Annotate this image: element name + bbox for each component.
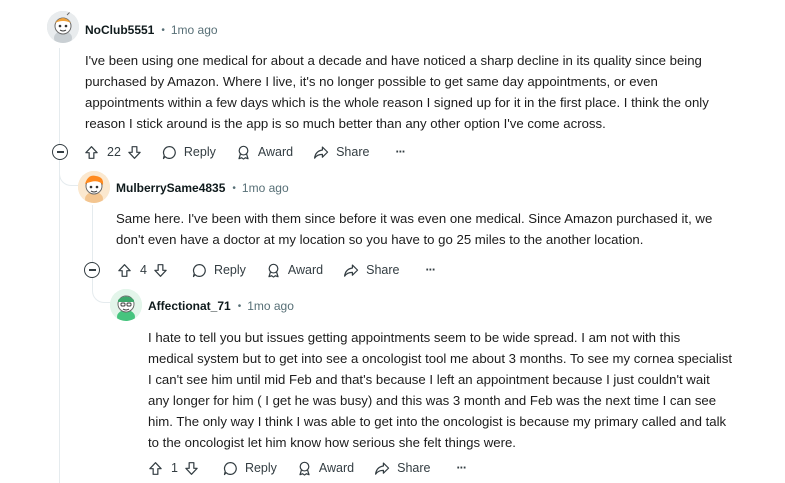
vote-score: 1: [171, 461, 178, 475]
thread-line-root-lower: [59, 160, 60, 483]
downvote-icon: [154, 263, 167, 277]
overflow-menu-icon: ···: [425, 263, 436, 277]
comment-line: reason I stick around is the app is so m…: [85, 116, 606, 131]
upvote-icon: [85, 145, 98, 159]
upvote-icon: [149, 461, 162, 475]
comment-line: appointments within a few days which is …: [85, 95, 709, 110]
comment-line: don't even have a doctor at my location …: [116, 232, 644, 247]
comment-bubble-icon: [192, 263, 206, 277]
reply-label: Reply: [183, 145, 216, 159]
vote-score: 4: [140, 263, 147, 277]
comment-line: him. The only way I think I was able to …: [148, 414, 727, 429]
separator-dot: •: [237, 300, 242, 312]
comment-actions: 1 Reply Award Share ···: [148, 457, 467, 479]
comment-line: Same here. I've been with them since bef…: [116, 211, 713, 226]
reply-button[interactable]: Reply: [223, 461, 277, 476]
vote-score: 22: [107, 145, 121, 159]
comment-bubble-icon: [223, 461, 237, 475]
award-button[interactable]: Award: [266, 263, 323, 278]
snoo-avatar-icon: [78, 171, 110, 203]
share-icon: [344, 263, 359, 277]
thread-connector: [59, 160, 78, 186]
more-options-button[interactable]: ···: [457, 461, 467, 475]
thread-connector: [92, 277, 110, 303]
comment-meta: MulberrySame4835 • 1mo ago: [116, 179, 289, 197]
award-icon: [299, 461, 310, 476]
avatar[interactable]: [78, 171, 110, 203]
award-button[interactable]: Award: [297, 461, 354, 476]
award-label: Award: [257, 145, 294, 159]
downvote-button[interactable]: [127, 145, 142, 160]
comment-line: purchased by Amazon. Where I live, it's …: [85, 74, 658, 89]
share-label: Share: [336, 145, 370, 159]
award-button[interactable]: Award: [236, 145, 293, 160]
upvote-button[interactable]: [117, 263, 132, 278]
reply-button[interactable]: Reply: [162, 145, 216, 160]
share-button[interactable]: Share: [313, 145, 369, 160]
award-icon: [238, 145, 249, 160]
username[interactable]: MulberrySame4835: [116, 181, 225, 195]
reply-label: Reply: [213, 263, 246, 277]
upvote-button[interactable]: [148, 461, 163, 476]
comment-actions: 22 Reply Award Share ···: [84, 141, 406, 163]
comment-line: I hate to tell you but issues getting ap…: [148, 330, 681, 345]
separator-dot: •: [232, 182, 236, 194]
thread-line-root: [59, 48, 60, 146]
award-icon: [268, 263, 279, 278]
reply-button[interactable]: Reply: [192, 263, 246, 278]
overflow-menu-icon: ···: [456, 461, 467, 475]
overflow-menu-icon: ···: [395, 145, 405, 159]
comment-body: I hate to tell you but issues getting ap…: [148, 327, 778, 453]
share-label: Share: [397, 461, 431, 475]
more-options-button[interactable]: ···: [395, 145, 405, 159]
comment-body: I've been using one medical for about a …: [85, 50, 775, 134]
comment-body: Same here. I've been with them since bef…: [116, 208, 776, 250]
thread-line-reply: [92, 205, 93, 263]
username[interactable]: NoClub5551: [85, 23, 154, 37]
timestamp[interactable]: 1mo ago: [171, 23, 218, 37]
share-icon: [314, 145, 329, 159]
comment-meta: NoClub5551 • 1mo ago: [85, 21, 218, 39]
share-button[interactable]: Share: [374, 461, 431, 476]
separator-dot: •: [161, 24, 165, 36]
downvote-button[interactable]: [184, 461, 199, 476]
comment-meta: Affectionat_71 • 1mo ago: [148, 297, 294, 315]
timestamp[interactable]: 1mo ago: [247, 299, 294, 313]
share-label: Share: [366, 263, 400, 277]
comment-line: to the oncologist let him know how serio…: [148, 435, 516, 450]
award-label: Award: [318, 461, 355, 475]
avatar[interactable]: [47, 11, 79, 43]
timestamp[interactable]: 1mo ago: [242, 181, 289, 195]
collapse-thread-button[interactable]: [84, 262, 100, 278]
upvote-button[interactable]: [84, 145, 99, 160]
more-options-button[interactable]: ···: [426, 263, 436, 277]
downvote-icon: [185, 461, 198, 475]
downvote-icon: [128, 145, 141, 159]
comment-line: I can't see him until mid Feb and that's…: [148, 372, 710, 387]
comment-actions: 4 Reply Award Share ···: [117, 259, 436, 281]
comment-bubble-icon: [162, 145, 176, 159]
upvote-icon: [118, 263, 131, 277]
award-label: Award: [287, 263, 324, 277]
comment-line: medical system but to get into see a onc…: [148, 351, 732, 366]
snoo-avatar-icon: [110, 289, 142, 321]
reply-label: Reply: [244, 461, 277, 475]
comment-line: I've been using one medical for about a …: [85, 53, 702, 68]
share-icon: [375, 461, 390, 475]
avatar[interactable]: [110, 289, 142, 321]
username[interactable]: Affectionat_71: [148, 299, 231, 313]
downvote-button[interactable]: [153, 263, 168, 278]
snoo-avatar-icon: [47, 11, 79, 43]
comment-line: any longer for him ( I get he was busy) …: [148, 393, 717, 408]
share-button[interactable]: Share: [343, 263, 400, 278]
collapse-thread-button[interactable]: [52, 144, 68, 160]
